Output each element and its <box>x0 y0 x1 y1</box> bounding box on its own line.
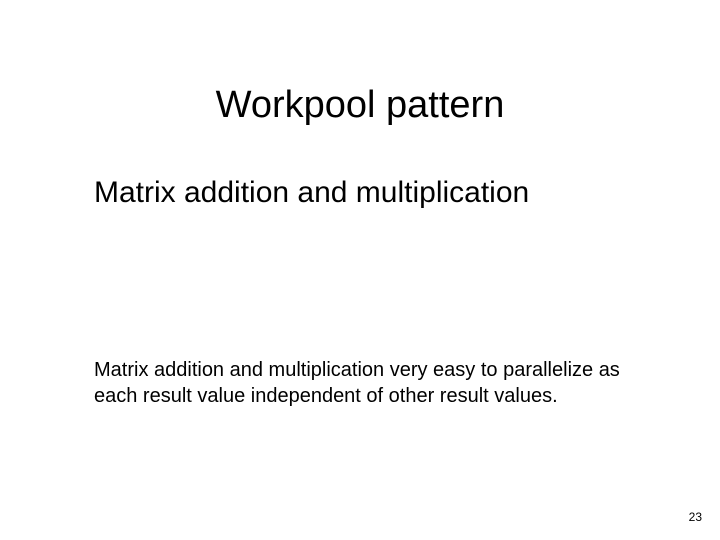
page-number: 23 <box>689 510 702 524</box>
slide-subtitle: Matrix addition and multiplication <box>94 176 529 210</box>
slide-title: Workpool pattern <box>0 84 720 127</box>
slide-body-text: Matrix addition and multiplication very … <box>94 358 634 409</box>
slide: Workpool pattern Matrix addition and mul… <box>0 0 720 540</box>
